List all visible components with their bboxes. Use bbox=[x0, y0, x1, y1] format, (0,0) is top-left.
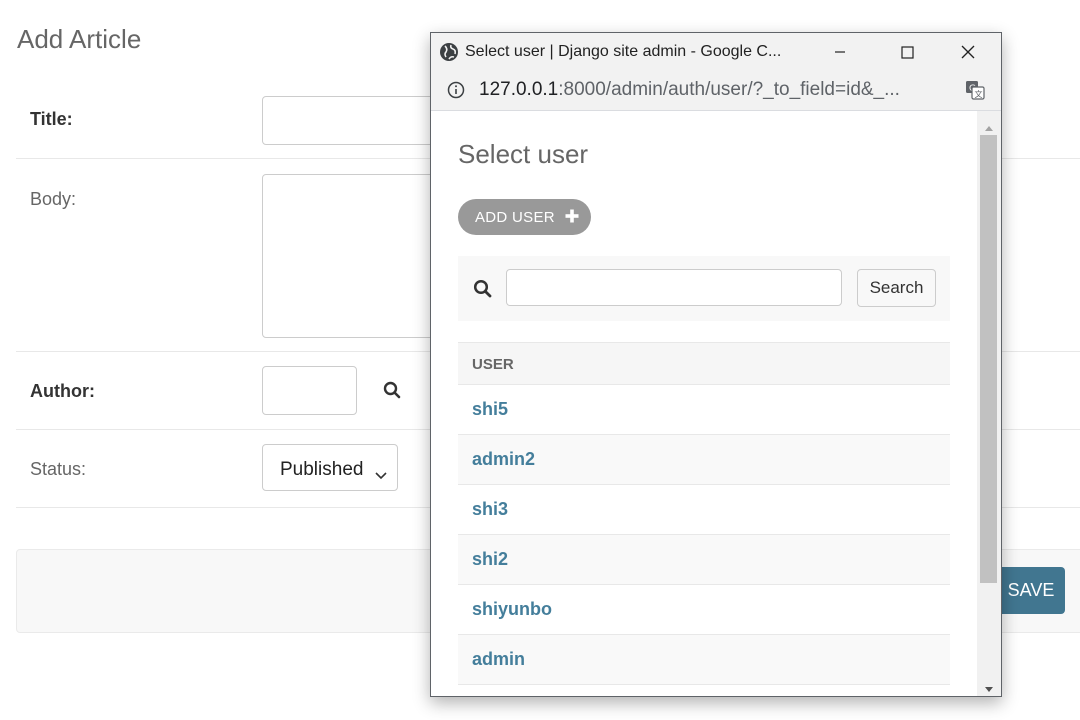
maximize-icon[interactable] bbox=[884, 33, 930, 71]
search-icon bbox=[473, 279, 492, 303]
window-title: Select user | Django site admin - Google… bbox=[465, 43, 782, 60]
svg-text:文: 文 bbox=[975, 89, 983, 99]
popup-content: Select user ADD USER Search USER shi5 ad… bbox=[431, 111, 977, 696]
chevron-down-icon bbox=[375, 464, 387, 486]
author-label: Author: bbox=[30, 381, 95, 401]
window-titlebar: Select user | Django site admin - Google… bbox=[431, 33, 1001, 71]
magnifier-lookup-icon[interactable] bbox=[383, 381, 401, 404]
table-row[interactable]: shi3 bbox=[458, 485, 950, 535]
plus-icon bbox=[565, 209, 579, 227]
add-user-label: ADD USER bbox=[475, 209, 555, 226]
translate-icon[interactable]: G文 bbox=[964, 79, 986, 106]
close-icon[interactable] bbox=[945, 33, 991, 71]
table-row[interactable]: admin bbox=[458, 635, 950, 685]
table-row[interactable]: shi5 bbox=[458, 385, 950, 435]
author-id-input[interactable] bbox=[262, 366, 357, 415]
table-row[interactable]: shi2 bbox=[458, 535, 950, 585]
search-toolbar: Search bbox=[458, 256, 950, 321]
save-button[interactable]: SAVE bbox=[997, 567, 1065, 614]
status-label: Status: bbox=[30, 459, 87, 479]
table-row[interactable]: shiyunbo bbox=[458, 585, 950, 635]
column-header-user[interactable]: USER bbox=[458, 342, 950, 385]
url-host: 127.0.0.1 bbox=[479, 79, 559, 100]
minimize-icon[interactable] bbox=[817, 33, 863, 71]
body-label: Body: bbox=[30, 189, 77, 209]
table-row[interactable]: admin2 bbox=[458, 435, 950, 485]
scrollbar-thumb[interactable] bbox=[980, 135, 997, 583]
info-icon[interactable] bbox=[447, 81, 465, 104]
status-selected-value: Published bbox=[280, 459, 364, 480]
vertical-scrollbar[interactable] bbox=[977, 111, 1001, 696]
globe-icon bbox=[439, 42, 459, 67]
select-user-popup: Select user | Django site admin - Google… bbox=[430, 32, 1002, 697]
add-user-button[interactable]: ADD USER bbox=[458, 199, 591, 235]
page-title: Add Article bbox=[17, 24, 142, 54]
status-select[interactable]: Published bbox=[262, 444, 398, 491]
url-path: :8000/admin/auth/user/?_to_field=id&_... bbox=[558, 79, 900, 100]
address-bar[interactable]: 127.0.0.1:8000/admin/auth/user/?_to_fiel… bbox=[431, 71, 1001, 111]
search-input[interactable] bbox=[506, 269, 842, 306]
search-button[interactable]: Search bbox=[857, 269, 936, 307]
url-text[interactable]: 127.0.0.1:8000/admin/auth/user/?_to_fiel… bbox=[479, 79, 900, 101]
scroll-down-arrow-icon[interactable] bbox=[983, 681, 995, 699]
title-label: Title: bbox=[30, 109, 73, 129]
results-table: USER shi5 admin2 shi3 shi2 shiyunbo admi… bbox=[458, 342, 950, 685]
popup-heading: Select user bbox=[458, 139, 589, 169]
